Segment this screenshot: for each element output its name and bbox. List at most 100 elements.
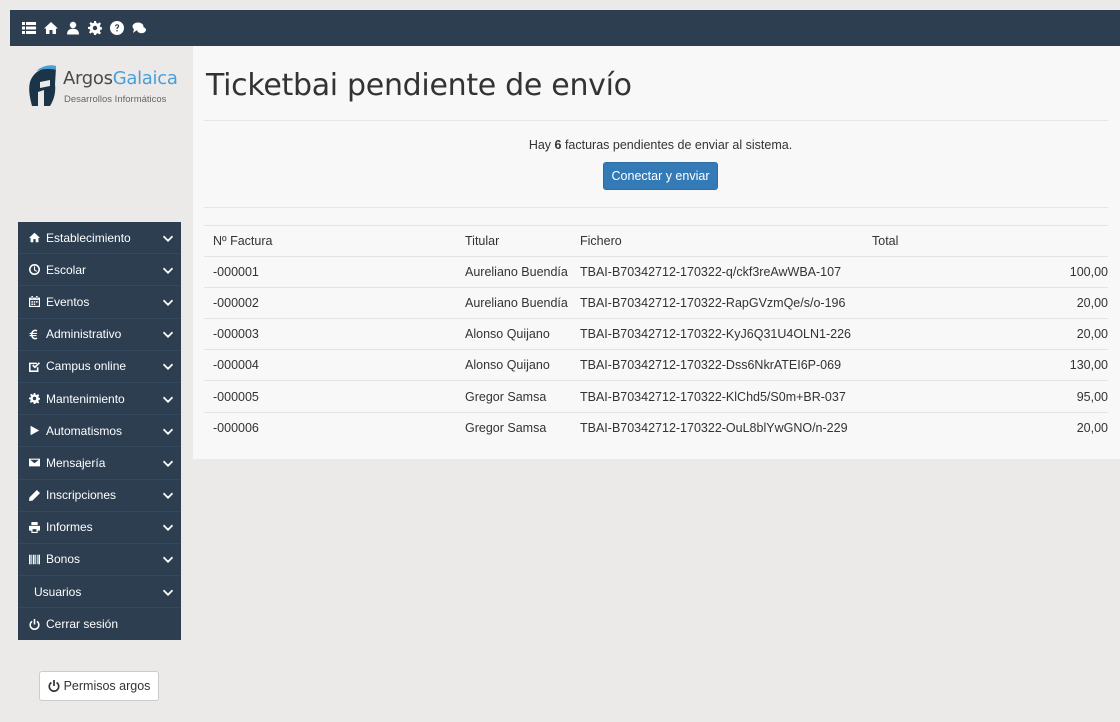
main-panel: Ticketbai pendiente de envío Hay 6 factu… <box>193 46 1120 459</box>
cell-file: TBAI-B70342712-170322-Dss6NkrATEI6P-069 <box>580 358 842 373</box>
sidebar-item-campus-online[interactable]: Campus online <box>18 351 181 383</box>
sidebar-item-label: Mantenimiento <box>46 391 125 406</box>
chevron-down-icon <box>163 490 173 500</box>
power-icon <box>28 618 40 630</box>
play-icon <box>28 425 40 437</box>
sidebar-item-eventos[interactable]: Eventos <box>18 286 181 319</box>
top-navbar <box>10 10 1120 46</box>
sidebar-menu: Establecimiento Escolar Eventos Administ… <box>18 222 181 641</box>
cell-file: TBAI-B70342712-170322-RapGVzmQe/s/o-196 <box>580 296 846 311</box>
cell-total: 100,00 <box>1069 265 1108 280</box>
home-icon <box>28 232 40 244</box>
chevron-down-icon <box>163 265 173 275</box>
sidebar-item-label: Mensajería <box>46 455 106 470</box>
table-row[interactable]: -000003 Alonso Quijano TBAI-B70342712-17… <box>204 318 1108 349</box>
cell-file: TBAI-B70342712-170322-OuL8blYwGNO/n-229 <box>580 420 848 435</box>
sidebar-item-administrativo[interactable]: Administrativo <box>18 319 181 351</box>
cell-total: 20,00 <box>1076 296 1108 311</box>
brand-argos: Argos <box>63 68 113 89</box>
chevron-down-icon <box>163 554 173 564</box>
chevron-down-icon <box>163 522 173 532</box>
table-header-row: Nº Factura Titular Fichero Total <box>204 225 1108 256</box>
permisos-argos-label: Permisos argos <box>63 679 151 693</box>
print-icon <box>28 521 40 533</box>
sidebar-item-mantenimiento[interactable]: Mantenimiento <box>18 383 181 416</box>
list-icon[interactable] <box>22 21 36 35</box>
cell-invoice-number: -000003 <box>213 327 259 342</box>
chevron-down-icon <box>163 587 173 597</box>
cell-total: 20,00 <box>1076 420 1108 435</box>
chevron-down-icon <box>163 361 173 371</box>
envelope-icon <box>28 457 40 469</box>
sidebar-item-label: Informes <box>46 520 93 535</box>
sidebar-item-informes[interactable]: Informes <box>18 512 181 544</box>
cell-invoice-number: -000006 <box>213 420 259 435</box>
pending-notice: Hay 6 facturas pendientes de enviar al s… <box>193 138 1120 152</box>
chevron-down-icon <box>163 426 173 436</box>
cell-file: TBAI-B70342712-170322-KyJ6Q31U4OLN1-226 <box>580 327 852 342</box>
sidebar-item-escolar[interactable]: Escolar <box>18 254 181 287</box>
cell-total: 95,00 <box>1076 389 1108 404</box>
cell-holder: Aureliano Buendía <box>465 265 568 280</box>
cell-invoice-number: -000004 <box>213 358 259 373</box>
sidebar-item-cerrar-sesion[interactable]: Cerrar sesión <box>18 608 181 640</box>
chevron-down-icon <box>163 394 173 404</box>
cell-file: TBAI-B70342712-170322-q/ckf3reAwWBA-107 <box>580 265 842 280</box>
gear-icon <box>28 393 40 405</box>
spartan-helmet-icon <box>29 65 56 106</box>
column-header-total: Total <box>872 234 899 249</box>
notice-prefix: Hay <box>528 138 555 152</box>
page-title: Ticketbai pendiente de envío <box>206 68 632 103</box>
dashboard-icon <box>28 264 40 276</box>
sidebar-item-label: Campus online <box>46 359 127 374</box>
cell-total: 130,00 <box>1069 358 1108 373</box>
barcode-icon <box>28 553 40 565</box>
chevron-down-icon <box>163 458 173 468</box>
sidebar-item-label: Inscripciones <box>46 488 117 503</box>
cell-invoice-number: -000001 <box>213 265 259 280</box>
cell-invoice-number: -000005 <box>213 389 259 404</box>
sidebar-item-automatismos[interactable]: Automatismos <box>18 415 181 448</box>
sidebar-item-bonos[interactable]: Bonos <box>18 544 181 577</box>
connect-and-send-button[interactable]: Conectar y enviar <box>603 162 718 190</box>
chevron-down-icon <box>163 297 173 307</box>
cell-holder: Aureliano Buendía <box>465 296 568 311</box>
sidebar-item-label: Administrativo <box>46 327 122 342</box>
cell-file: TBAI-B70342712-170322-KlChd5/S0m+BR-037 <box>580 389 846 404</box>
home-icon[interactable] <box>44 21 58 35</box>
table-row[interactable]: -000005 Gregor Samsa TBAI-B70342712-1703… <box>204 380 1108 411</box>
notice-suffix: facturas pendientes de enviar al sistema… <box>561 138 793 152</box>
cell-invoice-number: -000002 <box>213 296 259 311</box>
cell-holder: Alonso Quijano <box>465 327 550 342</box>
euro-icon <box>28 328 40 340</box>
argos-galaica-logo: ArgosGalaica Desarrollos Informáticos <box>28 62 178 112</box>
divider <box>204 120 1108 121</box>
cell-holder: Alonso Quijano <box>465 358 550 373</box>
calendar-icon <box>28 296 40 308</box>
question-icon[interactable] <box>110 21 124 35</box>
chat-icon[interactable] <box>132 21 146 35</box>
brand-galaica: Galaica <box>112 68 178 89</box>
sidebar-item-label: Eventos <box>46 294 90 309</box>
sidebar-item-label: Cerrar sesión <box>46 617 119 632</box>
sidebar-item-inscripciones[interactable]: Inscripciones <box>18 480 181 512</box>
power-icon <box>48 680 60 692</box>
gear-icon[interactable] <box>88 21 102 35</box>
chevron-down-icon <box>163 233 173 243</box>
table-row[interactable]: -000002 Aureliano Buendía TBAI-B70342712… <box>204 287 1108 318</box>
cell-holder: Gregor Samsa <box>465 420 547 435</box>
sidebar-item-label: Escolar <box>46 262 87 277</box>
column-header-holder: Titular <box>465 234 500 249</box>
sidebar-item-mensajeria[interactable]: Mensajería <box>18 447 181 480</box>
sidebar-item-label: Bonos <box>46 552 81 567</box>
sidebar-item-usuarios[interactable]: Usuarios <box>18 576 181 609</box>
sidebar-item-establecimiento[interactable]: Establecimiento <box>18 222 181 255</box>
user-icon[interactable] <box>66 21 80 35</box>
table-row[interactable]: -000004 Alonso Quijano TBAI-B70342712-17… <box>204 349 1108 380</box>
pending-invoices-table: Nº Factura Titular Fichero Total -000001… <box>204 225 1108 443</box>
brand-subtitle: Desarrollos Informáticos <box>64 94 167 105</box>
table-row[interactable]: -000006 Gregor Samsa TBAI-B70342712-1703… <box>204 411 1108 443</box>
table-row[interactable]: -000001 Aureliano Buendía TBAI-B70342712… <box>204 256 1108 287</box>
permisos-argos-button[interactable]: Permisos argos <box>39 671 159 701</box>
cell-total: 20,00 <box>1076 327 1108 342</box>
